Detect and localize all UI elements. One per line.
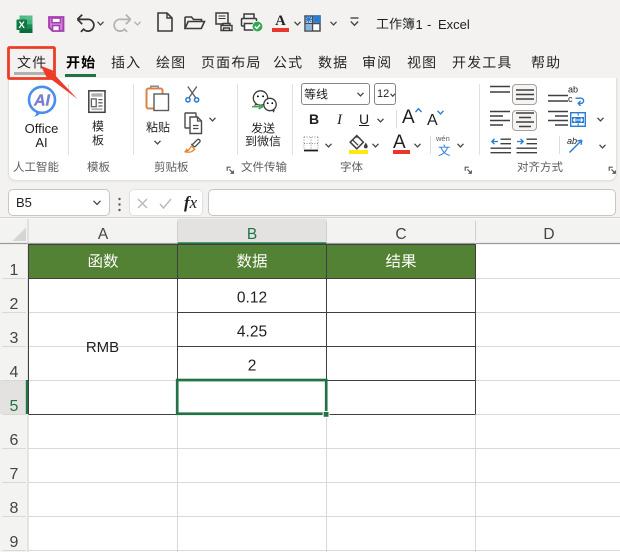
svg-text:AI: AI bbox=[33, 92, 51, 109]
svg-text:ab: ab bbox=[568, 85, 578, 95]
svg-text:D: D bbox=[543, 226, 554, 243]
svg-text:A: A bbox=[98, 226, 109, 243]
svg-text:7: 7 bbox=[10, 466, 19, 483]
svg-text:8: 8 bbox=[10, 500, 19, 517]
svg-text:4.25: 4.25 bbox=[237, 323, 267, 340]
svg-text:9: 9 bbox=[10, 534, 19, 551]
svg-text:6: 6 bbox=[10, 432, 19, 449]
svg-text:3: 3 bbox=[10, 330, 19, 347]
svg-text:X: X bbox=[19, 20, 26, 31]
svg-text:4: 4 bbox=[10, 364, 19, 381]
svg-text:2: 2 bbox=[248, 357, 257, 374]
svg-text:0.12: 0.12 bbox=[237, 289, 267, 306]
svg-text:B: B bbox=[247, 226, 257, 243]
svg-text:RMB: RMB bbox=[86, 339, 119, 356]
svg-text:c: c bbox=[568, 94, 573, 104]
svg-text:2: 2 bbox=[10, 296, 19, 313]
svg-text:ab: ab bbox=[567, 136, 577, 146]
svg-text:1: 1 bbox=[10, 262, 19, 279]
svg-text:C: C bbox=[395, 226, 406, 243]
svg-text:5: 5 bbox=[10, 398, 19, 415]
